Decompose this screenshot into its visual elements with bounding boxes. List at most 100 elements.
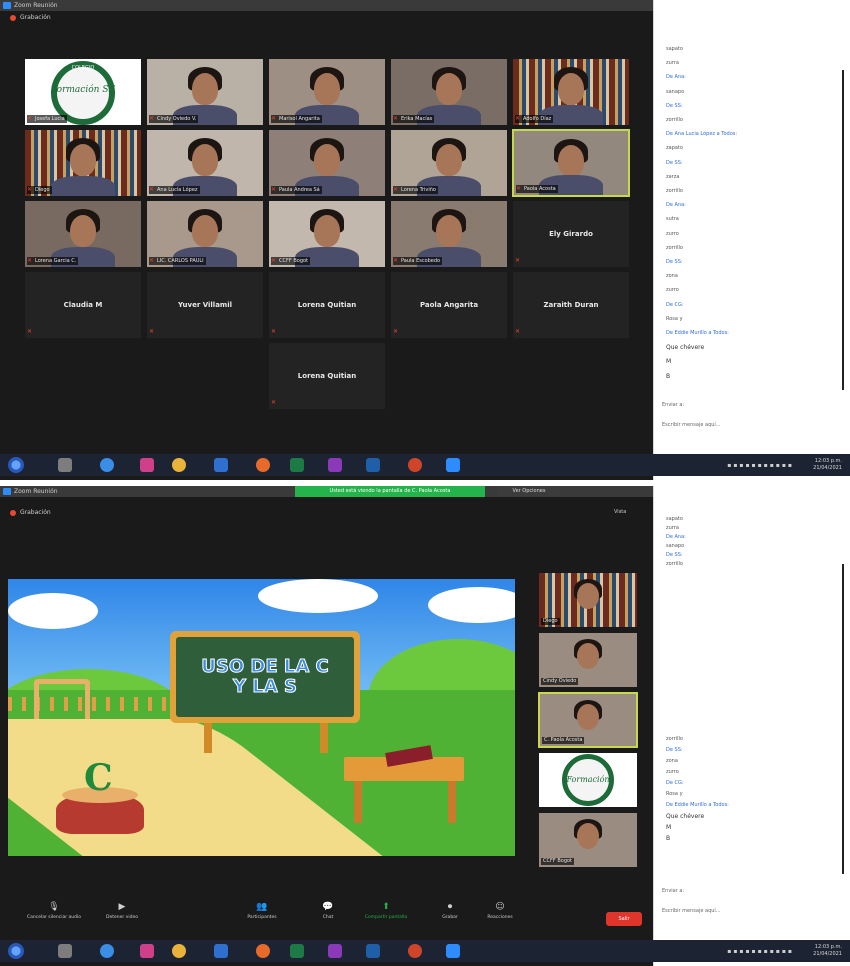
firefox-icon[interactable]: [256, 944, 270, 958]
chat-message-input[interactable]: Escribir mensaje aquí...: [662, 422, 832, 428]
chat-icon: 💬: [322, 902, 334, 912]
person-face: [436, 73, 462, 105]
chrome-icon[interactable]: [172, 458, 186, 472]
participant-tile[interactable]: Paula Escobedo ✕: [390, 200, 508, 268]
clock-time: 12:03 p.m.: [814, 458, 842, 464]
participant-name-large: Zaraith Duran: [543, 301, 599, 309]
compartir-pantalla-button[interactable]: ⬆ Compartir pantalla: [356, 902, 416, 920]
mic-muted-icon: ✕: [27, 257, 33, 264]
participant-name-label: Lorena Garcia C.: [27, 257, 79, 265]
strip-participant-tile[interactable]: Formación: [538, 752, 638, 808]
participant-tile[interactable]: Paula Andrea Sá ✕: [268, 129, 386, 197]
chat-message: Rosa y: [666, 791, 683, 797]
onenote-icon[interactable]: [328, 944, 342, 958]
recording-indicator[interactable]: Grabación: [10, 508, 51, 517]
app-icon[interactable]: [140, 944, 154, 958]
chat-message-input[interactable]: Escribir mensaje aquí...: [662, 908, 832, 914]
outlook-icon[interactable]: [366, 458, 380, 472]
clock[interactable]: 12:03 p.m. 21/04/2021: [813, 458, 842, 472]
participant-tile[interactable]: Lorena Quitian ✕: [268, 342, 386, 410]
chat-message: zurro: [666, 769, 679, 775]
chat-send-to[interactable]: Enviar a:: [662, 402, 832, 408]
participant-tile[interactable]: LIC. CARLOS PAULI ✕: [146, 200, 264, 268]
letter-c-character[interactable]: C: [84, 757, 113, 799]
chat-message: zorrillo: [666, 561, 683, 567]
participantes-button[interactable]: 👥 Participantes: [232, 902, 292, 920]
participant-tile[interactable]: Diego ✕: [24, 129, 142, 197]
firefox-icon[interactable]: [256, 458, 270, 472]
participant-tile[interactable]: Marisol Angarita ✕: [268, 58, 386, 126]
table-leg: [354, 779, 362, 823]
participant-tile[interactable]: Ely Girardo ✕: [512, 200, 630, 268]
participant-tile[interactable]: COLEGIO Formación SE Josefa Lucia ✕: [24, 58, 142, 126]
mic-muted-icon: ✕: [393, 257, 399, 264]
chat-button[interactable]: 💬 Chat: [298, 902, 358, 920]
window-title: Zoom Reunión: [14, 2, 58, 9]
strip-participant-tile[interactable]: C. Paola Acosta: [538, 692, 638, 748]
edge-icon[interactable]: [100, 458, 114, 472]
chalkboard: USO DE LA C Y LA S: [170, 631, 360, 723]
outlook-icon[interactable]: [366, 944, 380, 958]
clock-date: 21/04/2021: [813, 465, 842, 471]
participant-tile[interactable]: Yuver Villamil ✕: [146, 271, 264, 339]
chat-send-to[interactable]: Enviar a:: [662, 888, 832, 894]
cloud: [258, 579, 378, 613]
excel-icon[interactable]: [290, 944, 304, 958]
logo-sub: SE: [102, 85, 116, 95]
participant-tile[interactable]: CCFF Bogot ✕: [268, 200, 386, 268]
participant-tile[interactable]: Zaraith Duran ✕: [512, 271, 630, 339]
participant-tile[interactable]: Erika Macías ✕: [390, 58, 508, 126]
participant-tile[interactable]: Lorena Triviño ✕: [390, 129, 508, 197]
chrome-icon[interactable]: [172, 944, 186, 958]
cancelar-silenciar-audio-button[interactable]: 🎙 Cancelar silenciar audio: [24, 902, 84, 920]
chat-message: zorrillo: [666, 117, 683, 123]
participant-name-large: Paola Angarita: [419, 301, 479, 309]
strip-participant-tile[interactable]: Cindy Oviedo: [538, 632, 638, 688]
toolbar-label: Grabar: [442, 915, 458, 920]
detener-video-button[interactable]: ▶ Detener video: [92, 902, 152, 920]
start-button-icon[interactable]: [8, 943, 24, 959]
search-icon[interactable]: [58, 458, 72, 472]
onenote-icon[interactable]: [328, 458, 342, 472]
edge-icon[interactable]: [100, 944, 114, 958]
view-button[interactable]: Vista: [614, 509, 626, 515]
chat-scrollbar[interactable]: [842, 564, 844, 874]
strip-participant-tile[interactable]: CCFF Bogot: [538, 812, 638, 868]
recording-label: Grabación: [20, 509, 51, 516]
app-icon[interactable]: [140, 458, 154, 472]
system-tray-icons[interactable]: ▪▪▪▪▪▪▪▪▪▪▪: [727, 948, 794, 955]
clock[interactable]: 12:03 p.m. 21/04/2021: [813, 944, 842, 958]
zoom-taskbar-icon[interactable]: [446, 458, 460, 472]
toolbar-label: Reacciones: [487, 915, 513, 920]
participant-tile[interactable]: Cindy Oviedo V. ✕: [146, 58, 264, 126]
participant-tile[interactable]: Lorena Garcia C. ✕: [24, 200, 142, 268]
person-face: [577, 823, 599, 849]
participant-tile[interactable]: Lorena Quitian ✕: [268, 271, 386, 339]
chat-message: zorrillo: [666, 244, 683, 251]
powerpoint-icon[interactable]: [408, 944, 422, 958]
word-icon[interactable]: [214, 458, 228, 472]
recording-indicator[interactable]: Grabación: [10, 13, 51, 22]
participant-tile[interactable]: Adolfo Díaz ✕: [512, 58, 630, 126]
windows-taskbar: ▪▪▪▪▪▪▪▪▪▪▪ 12:03 p.m. 21/04/2021: [0, 454, 850, 476]
zoom-taskbar-icon[interactable]: [446, 944, 460, 958]
system-tray-icons[interactable]: ▪▪▪▪▪▪▪▪▪▪▪: [727, 462, 794, 469]
participant-tile[interactable]: Paola Acosta ✕: [512, 129, 630, 197]
participant-tile[interactable]: Paola Angarita ✕: [390, 271, 508, 339]
word-icon[interactable]: [214, 944, 228, 958]
view-options-button[interactable]: Ver Opciones: [498, 487, 560, 496]
participant-name-label: Paula Escobedo: [393, 257, 443, 265]
participant-tile[interactable]: Claudia M ✕: [24, 271, 142, 339]
powerpoint-icon[interactable]: [408, 458, 422, 472]
end-meeting-button[interactable]: Salir: [606, 912, 642, 926]
chat-message: sutra: [666, 216, 679, 223]
participant-name-label: Lorena Triviño: [393, 186, 438, 194]
strip-participant-tile[interactable]: Diego: [538, 572, 638, 628]
chat-scrollbar[interactable]: [842, 70, 844, 390]
participant-tile[interactable]: Ana Lucía López ✕: [146, 129, 264, 197]
reacciones-button[interactable]: ☺ Reacciones: [470, 902, 530, 920]
search-icon[interactable]: [58, 944, 72, 958]
chat-message: zorrillo: [666, 188, 683, 194]
start-button-icon[interactable]: [8, 457, 24, 473]
excel-icon[interactable]: [290, 458, 304, 472]
